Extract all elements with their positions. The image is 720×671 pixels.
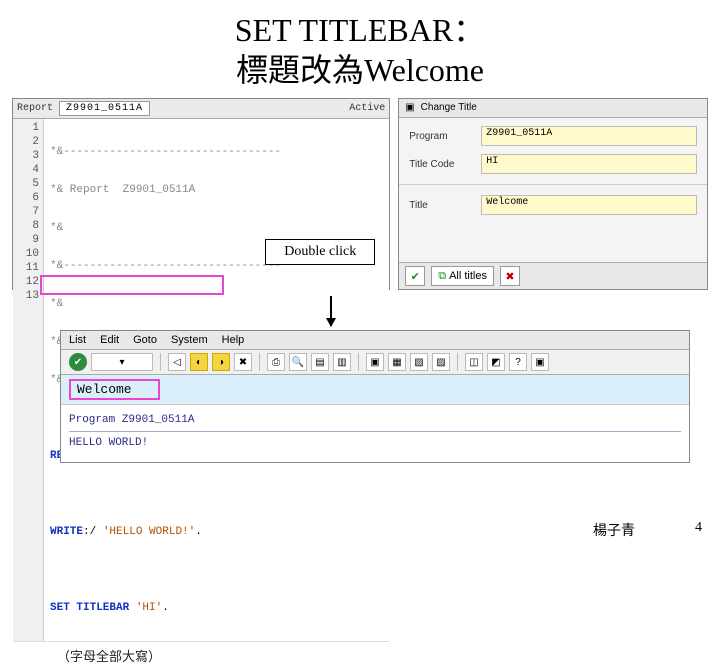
tool-icon[interactable]: ▥ — [333, 353, 351, 371]
output-text-line: HELLO WORLD! — [69, 434, 681, 452]
title-label: Title — [409, 200, 473, 211]
find-icon[interactable]: 🔍 — [289, 353, 307, 371]
titlecode-label: Title Code — [409, 159, 473, 170]
change-title-dialog: ▣ Change Title Program Z9901_0511A Title… — [398, 98, 708, 290]
slide-title: SET TITLEBAR： 標題改為Welcome — [0, 10, 720, 90]
back-icon[interactable]: ◁ — [168, 353, 186, 371]
ok-icon[interactable]: ✔ — [405, 266, 425, 286]
tool-icon[interactable]: ▧ — [410, 353, 428, 371]
field-row-program: Program Z9901_0511A — [409, 126, 697, 146]
output-window: List Edit Goto System Help ✔ ▾ ◁ ◐ ◑ ✖ ⎙… — [60, 330, 690, 463]
help-icon[interactable]: ? — [509, 353, 527, 371]
menu-item[interactable]: Help — [222, 334, 245, 346]
editor-toolbar: Report Z9901_0511A Active — [13, 99, 389, 119]
program-label: Program — [409, 131, 473, 142]
editor-mode: Active — [349, 103, 385, 114]
all-titles-button[interactable]: ⧉All titles — [431, 266, 494, 286]
editor-note: （字母全部大寫） — [13, 641, 389, 671]
title-line1: SET TITLEBAR： — [235, 12, 485, 48]
cancel-icon[interactable]: ◑ — [212, 353, 230, 371]
title-line2: 標題改為Welcome — [236, 52, 484, 88]
dialog-toolbar: ✔ ⧉All titles ✖ — [399, 262, 707, 289]
output-titlebar: Welcome — [61, 375, 689, 404]
page-number: 4 — [695, 520, 702, 540]
double-click-callout: Double click — [265, 239, 375, 265]
dropdown-icon[interactable]: ▾ — [91, 353, 153, 371]
program-name-field[interactable]: Z9901_0511A — [59, 101, 150, 116]
tool-icon[interactable]: ◩ — [487, 353, 505, 371]
field-row-titlecode: Title Code HI — [409, 154, 697, 174]
tool-icon[interactable]: ◫ — [465, 353, 483, 371]
tool-icon[interactable]: ▨ — [432, 353, 450, 371]
output-program-line: Program Z9901_0511A — [69, 411, 681, 429]
output-toolbar: ✔ ▾ ◁ ◐ ◑ ✖ ⎙ 🔍 ▤ ▥ ▣ ▦ ▧ ▨ ◫ ◩ ? ▣ — [61, 350, 689, 375]
author-name: 楊子青 — [593, 520, 635, 540]
tool-icon[interactable]: ▦ — [388, 353, 406, 371]
titlecode-value[interactable]: HI — [481, 154, 697, 174]
top-row: Report Z9901_0511A Active 12345678910111… — [0, 98, 720, 290]
arrow-down — [330, 296, 332, 326]
tool-icon[interactable]: ▣ — [366, 353, 384, 371]
menu-item[interactable]: Edit — [100, 334, 119, 346]
output-body: Program Z9901_0511A HELLO WORLD! — [61, 404, 689, 462]
exit-icon[interactable]: ◐ — [190, 353, 208, 371]
slide-footer: 楊子青 4 — [0, 520, 702, 540]
ok-icon[interactable]: ✔ — [69, 353, 87, 371]
tool-icon[interactable]: ✖ — [234, 353, 252, 371]
program-value[interactable]: Z9901_0511A — [481, 126, 697, 146]
dialog-title: ▣ Change Title — [399, 99, 707, 118]
output-menu[interactable]: List Edit Goto System Help — [61, 331, 689, 350]
editor-label: Report — [17, 103, 53, 114]
menu-item[interactable]: System — [171, 334, 208, 346]
highlight-code-line — [40, 275, 224, 295]
tool-icon[interactable]: ▣ — [531, 353, 549, 371]
print-icon[interactable]: ⎙ — [267, 353, 285, 371]
menu-item[interactable]: List — [69, 334, 86, 346]
cancel-icon[interactable]: ✖ — [500, 266, 520, 286]
abap-editor: Report Z9901_0511A Active 12345678910111… — [12, 98, 390, 290]
title-value[interactable]: Welcome — [481, 195, 697, 215]
welcome-title: Welcome — [69, 379, 160, 400]
tool-icon[interactable]: ▤ — [311, 353, 329, 371]
line-numbers: 12345678910111213 — [13, 119, 44, 641]
menu-item[interactable]: Goto — [133, 334, 157, 346]
field-row-title: Title Welcome — [409, 195, 697, 215]
